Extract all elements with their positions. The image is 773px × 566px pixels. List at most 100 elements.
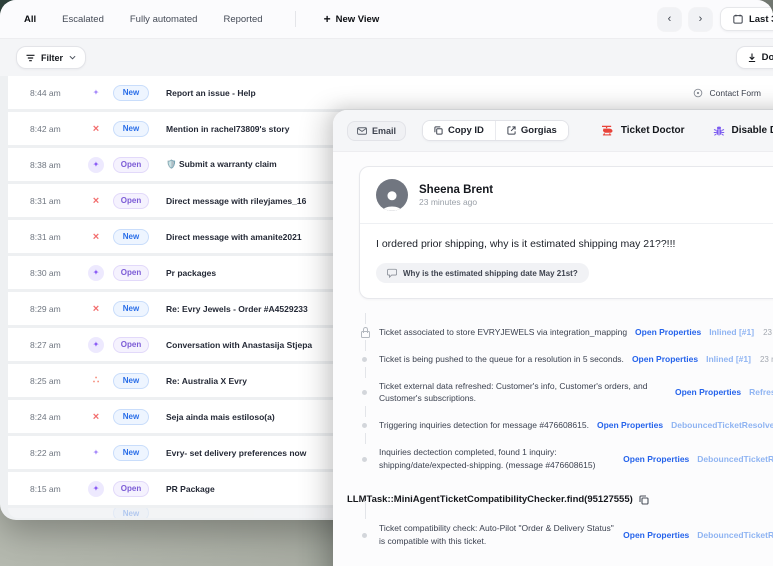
tab-fully-automated[interactable]: Fully automated: [130, 14, 198, 25]
open-in-gorgias-button[interactable]: Gorgias: [495, 121, 568, 140]
copy-icon: [434, 126, 443, 135]
close-x-icon: [88, 193, 104, 209]
bug-icon: [713, 125, 725, 137]
ticket-doctor-icon: [601, 125, 614, 136]
ticket-time: 8:29 am: [30, 304, 88, 314]
job-link[interactable]: RefreshTicket: [749, 387, 773, 397]
ticket-time: 8:31 am: [30, 196, 88, 206]
close-x-icon: [88, 301, 104, 317]
lock-icon: [359, 326, 371, 338]
debug-log-entry: Ticket compatibility check: Auto-Pilot "…: [359, 515, 773, 555]
prev-page-button[interactable]: ‹: [658, 8, 681, 31]
close-x-icon: [88, 409, 104, 425]
status-badge: New: [113, 229, 149, 245]
detail-toolbar: Email Copy ID Gorgias: [333, 110, 773, 152]
status-badge: Open: [113, 193, 149, 209]
filter-icon: [26, 54, 35, 62]
tab-escalated[interactable]: Escalated: [62, 14, 104, 25]
automation-sparkle-icon: [88, 85, 104, 101]
gorgias-label: Gorgias: [521, 125, 557, 136]
new-view-label: New View: [336, 14, 380, 25]
next-page-button[interactable]: ›: [689, 8, 712, 31]
ticket-actions-group: Copy ID Gorgias: [422, 120, 569, 141]
ticket-time: 8:24 am: [30, 412, 88, 422]
dot-icon: [359, 353, 371, 365]
tab-all[interactable]: All: [24, 14, 36, 25]
open-properties-link[interactable]: Open Properties: [623, 454, 689, 464]
job-link[interactable]: DebouncedTicketResolverJob: [697, 454, 773, 464]
ticket-time: 8:15 am: [30, 484, 88, 494]
debug-log-entry: Triggering inquiries detection for messa…: [359, 412, 773, 439]
plus-icon: +: [324, 13, 331, 25]
copy-icon[interactable]: [639, 495, 649, 505]
email-channel-button[interactable]: Email: [347, 121, 406, 141]
open-properties-link[interactable]: Open Properties: [597, 420, 663, 430]
open-properties-link[interactable]: Open Properties: [632, 354, 698, 364]
customer-message-card: Sheena Brent 23 minutes ago I ordered pr…: [359, 166, 773, 299]
ticket-subject: Report an issue - Help: [166, 88, 256, 98]
ticket-subject: PR Package: [166, 484, 215, 494]
open-properties-link[interactable]: Open Properties: [623, 530, 689, 540]
tab-reported[interactable]: Reported: [223, 14, 262, 25]
external-link-icon: [507, 126, 516, 135]
ticket-subject: 🛡️ Submit a warranty claim: [166, 159, 277, 170]
view-tabs-bar: All Escalated Fully automated Reported +…: [0, 0, 773, 38]
channel-icon: [693, 88, 703, 98]
debug-log-time: 23 min: [760, 355, 773, 364]
ticket-channel: Contact Form: [693, 88, 764, 98]
debug-log-text: Inquiries dectection completed, found 1 …: [379, 446, 615, 472]
disable-debug-view-label: Disable Debug View: [732, 125, 773, 136]
disable-debug-view-button[interactable]: Disable Debug View: [713, 125, 773, 137]
job-link[interactable]: DebouncedTicketResolverJob: [697, 530, 773, 540]
ticket-subject: Pr packages: [166, 268, 216, 278]
ticket-detail-panel: Email Copy ID Gorgias: [333, 110, 773, 566]
topbar-right-controls: ‹ › Last 30 days: [658, 7, 773, 31]
filter-bar: Filter Download: [0, 38, 773, 76]
copy-id-button[interactable]: Copy ID: [423, 121, 495, 140]
date-range-button[interactable]: Last 30 days: [720, 7, 773, 31]
ticket-subject: Direct message with rileyjames_16: [166, 196, 306, 206]
download-label: Download: [762, 52, 773, 63]
open-properties-link[interactable]: Open Properties: [675, 387, 741, 397]
dot-icon: [359, 529, 371, 541]
ticket-subject: Conversation with Anastasija Stjepa: [166, 340, 312, 350]
ticket-time: 8:38 am: [30, 160, 88, 170]
ticket-doctor-label: Ticket Doctor: [621, 125, 685, 136]
inlined-link[interactable]: Inlined [#1]: [706, 354, 751, 364]
debug-log-links: Open Properties DebouncedTicketResolverJ…: [623, 454, 773, 464]
desktop-background: All Escalated Fully automated Reported +…: [0, 0, 773, 566]
ticket-doctor-button[interactable]: Ticket Doctor: [601, 125, 685, 136]
status-badge: Open: [113, 157, 149, 173]
ticket-time: 8:22 am: [30, 448, 88, 458]
debug-log-text: Ticket is being pushed to the queue for …: [379, 353, 624, 366]
status-badge: New: [113, 85, 149, 101]
ticket-time: 8:27 am: [30, 340, 88, 350]
status-badge: New: [113, 409, 149, 425]
debug-timeline: Ticket compatibility check: Auto-Pilot "…: [359, 515, 773, 555]
inlined-link[interactable]: Inlined [#1]: [709, 327, 754, 337]
chevron-right-icon: ›: [699, 13, 703, 25]
automation-sparkle-icon: [88, 157, 104, 173]
debug-log-links: Open Properties DebouncedTicketResolverJ…: [623, 530, 773, 540]
job-link[interactable]: DebouncedTicketResolverJob: [671, 420, 773, 430]
download-button[interactable]: Download: [736, 46, 773, 69]
dot-icon: [359, 386, 371, 398]
debug-log-links: Open Properties RefreshTicket: [675, 387, 773, 397]
chat-bubble-icon: [387, 268, 397, 278]
filter-label: Filter: [41, 53, 63, 63]
open-properties-link[interactable]: Open Properties: [635, 327, 701, 337]
status-badge: Open: [113, 265, 149, 281]
view-tabs: All Escalated Fully automated Reported +…: [24, 11, 379, 27]
filter-button[interactable]: Filter: [16, 46, 86, 69]
ticket-time: 8:42 am: [30, 124, 88, 134]
detected-inquiry-chip[interactable]: Why is the estimated shipping date May 2…: [376, 263, 589, 283]
llm-task-header: LLMTask::MiniAgentTicketCompatibilityChe…: [347, 494, 773, 505]
debug-log-text: Triggering inquiries detection for messa…: [379, 419, 589, 432]
ticket-subject: Re: Evry Jewels - Order #A4529233: [166, 304, 308, 314]
debug-log-entry: Ticket associated to store EVRYJEWELS vi…: [359, 319, 773, 346]
new-view-button[interactable]: + New View: [324, 13, 380, 25]
dot-icon: [359, 453, 371, 465]
ticket-row[interactable]: 8:44 am New Report an issue - Help Conta…: [8, 76, 773, 109]
status-badge: New: [113, 121, 149, 137]
chevron-down-icon: [69, 55, 76, 60]
